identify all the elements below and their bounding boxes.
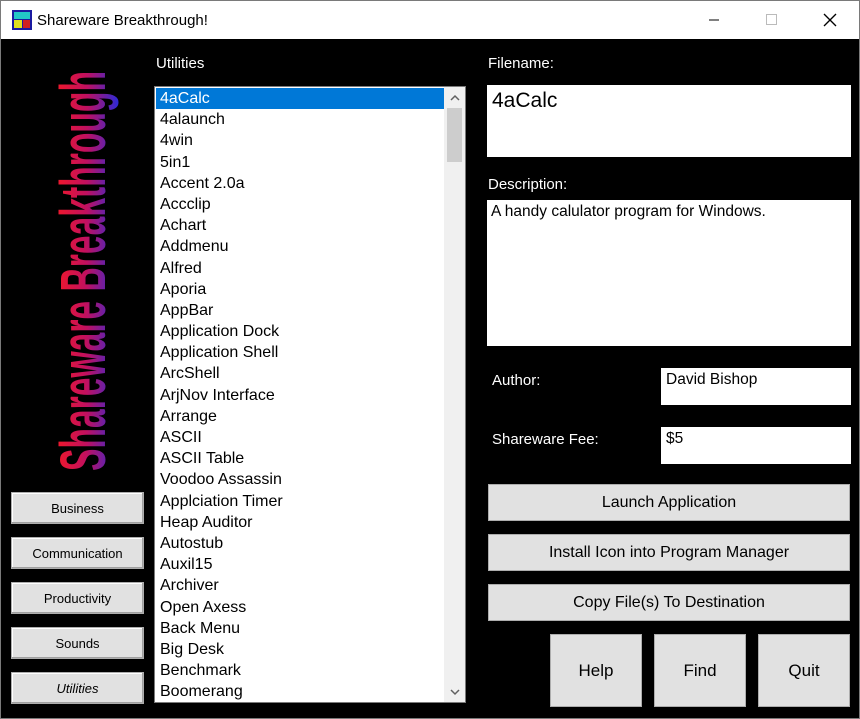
list-item[interactable]: 4alaunch	[156, 109, 445, 130]
program-list: 4aCalc 4alaunch 4win 5in1 Accent 2.0a Accclip…	[156, 88, 445, 702]
category-communication-button[interactable]: Communication	[11, 537, 144, 569]
fee-label: Shareware Fee:	[492, 431, 599, 448]
fee-field[interactable]: $5	[661, 427, 851, 464]
close-icon	[823, 13, 837, 27]
chevron-up-icon	[449, 94, 460, 101]
list-item[interactable]: Alfred	[156, 258, 445, 279]
list-scrollbar[interactable]	[444, 87, 465, 702]
list-item[interactable]: Heap Auditor	[156, 512, 445, 533]
list-item[interactable]: Archiver	[156, 575, 445, 596]
description-label: Description:	[488, 176, 568, 193]
list-item[interactable]: AppBar	[156, 300, 445, 321]
list-item[interactable]: 5in1	[156, 152, 445, 173]
chevron-down-icon	[449, 688, 460, 695]
list-item[interactable]: Achart	[156, 215, 445, 236]
category-sounds-button[interactable]: Sounds	[11, 627, 144, 659]
list-item[interactable]: ASCII Table	[156, 448, 445, 469]
maximize-button[interactable]	[743, 1, 801, 39]
filename-field[interactable]: 4aCalc	[487, 85, 851, 157]
list-item[interactable]: 4aCalc	[156, 88, 445, 110]
client-area: Shareware Breakthrough Business Communic…	[1, 39, 859, 718]
list-item[interactable]: Accclip	[156, 194, 445, 215]
help-button[interactable]: Help	[550, 634, 642, 707]
filename-label: Filename:	[488, 55, 554, 72]
app-window: Shareware Breakthrough! Shareware Breakt…	[0, 0, 860, 719]
list-heading: Utilities	[156, 55, 205, 72]
list-item[interactable]: Applciation Timer	[156, 491, 445, 512]
title-bar[interactable]: Shareware Breakthrough!	[1, 1, 859, 39]
maximize-icon	[766, 14, 777, 25]
list-item[interactable]: 4win	[156, 130, 445, 151]
list-item[interactable]: Benchmark	[156, 660, 445, 681]
shareware-banner: Shareware Breakthrough	[47, 71, 119, 471]
list-item[interactable]: ASCII	[156, 427, 445, 448]
list-item[interactable]: ArcShell	[156, 363, 445, 384]
list-item[interactable]: Arrange	[156, 406, 445, 427]
list-item[interactable]: Big Desk	[156, 639, 445, 660]
scroll-thumb[interactable]	[447, 108, 462, 162]
list-item[interactable]: Application Shell	[156, 342, 445, 363]
author-label: Author:	[492, 372, 541, 389]
minimize-icon	[709, 19, 719, 21]
description-field[interactable]: A handy calulator program for Windows.	[487, 200, 851, 346]
find-button[interactable]: Find	[654, 634, 746, 707]
category-utilities-button[interactable]: Utilities	[11, 672, 144, 704]
scroll-up-button[interactable]	[444, 87, 465, 107]
quit-button[interactable]: Quit	[758, 634, 850, 707]
scroll-down-button[interactable]	[444, 682, 465, 702]
list-item[interactable]: Addmenu	[156, 236, 445, 257]
list-item[interactable]: Autostub	[156, 533, 445, 554]
list-item[interactable]: ArjNov Interface	[156, 385, 445, 406]
window-title: Shareware Breakthrough!	[37, 12, 208, 29]
list-item[interactable]: Open Axess	[156, 597, 445, 618]
close-button[interactable]	[801, 1, 859, 39]
list-item[interactable]: Accent 2.0a	[156, 173, 445, 194]
list-item[interactable]: Back Menu	[156, 618, 445, 639]
author-field[interactable]: David Bishop	[661, 368, 851, 405]
list-item[interactable]: Boomerang	[156, 681, 445, 702]
banner-text: Shareware Breakthrough	[47, 71, 119, 471]
list-item[interactable]: Voodoo Assassin	[156, 469, 445, 490]
category-productivity-button[interactable]: Productivity	[11, 582, 144, 614]
copy-files-button[interactable]: Copy File(s) To Destination	[488, 584, 850, 621]
list-item[interactable]: Aporia	[156, 279, 445, 300]
launch-application-button[interactable]: Launch Application	[488, 484, 850, 521]
program-listbox[interactable]: 4aCalc 4alaunch 4win 5in1 Accent 2.0a Accclip…	[154, 86, 466, 703]
app-logo-icon	[12, 10, 32, 30]
category-business-button[interactable]: Business	[11, 492, 144, 524]
install-icon-button[interactable]: Install Icon into Program Manager	[488, 534, 850, 571]
minimize-button[interactable]	[685, 1, 743, 39]
list-item[interactable]: Application Dock	[156, 321, 445, 342]
list-item[interactable]: Auxil15	[156, 554, 445, 575]
